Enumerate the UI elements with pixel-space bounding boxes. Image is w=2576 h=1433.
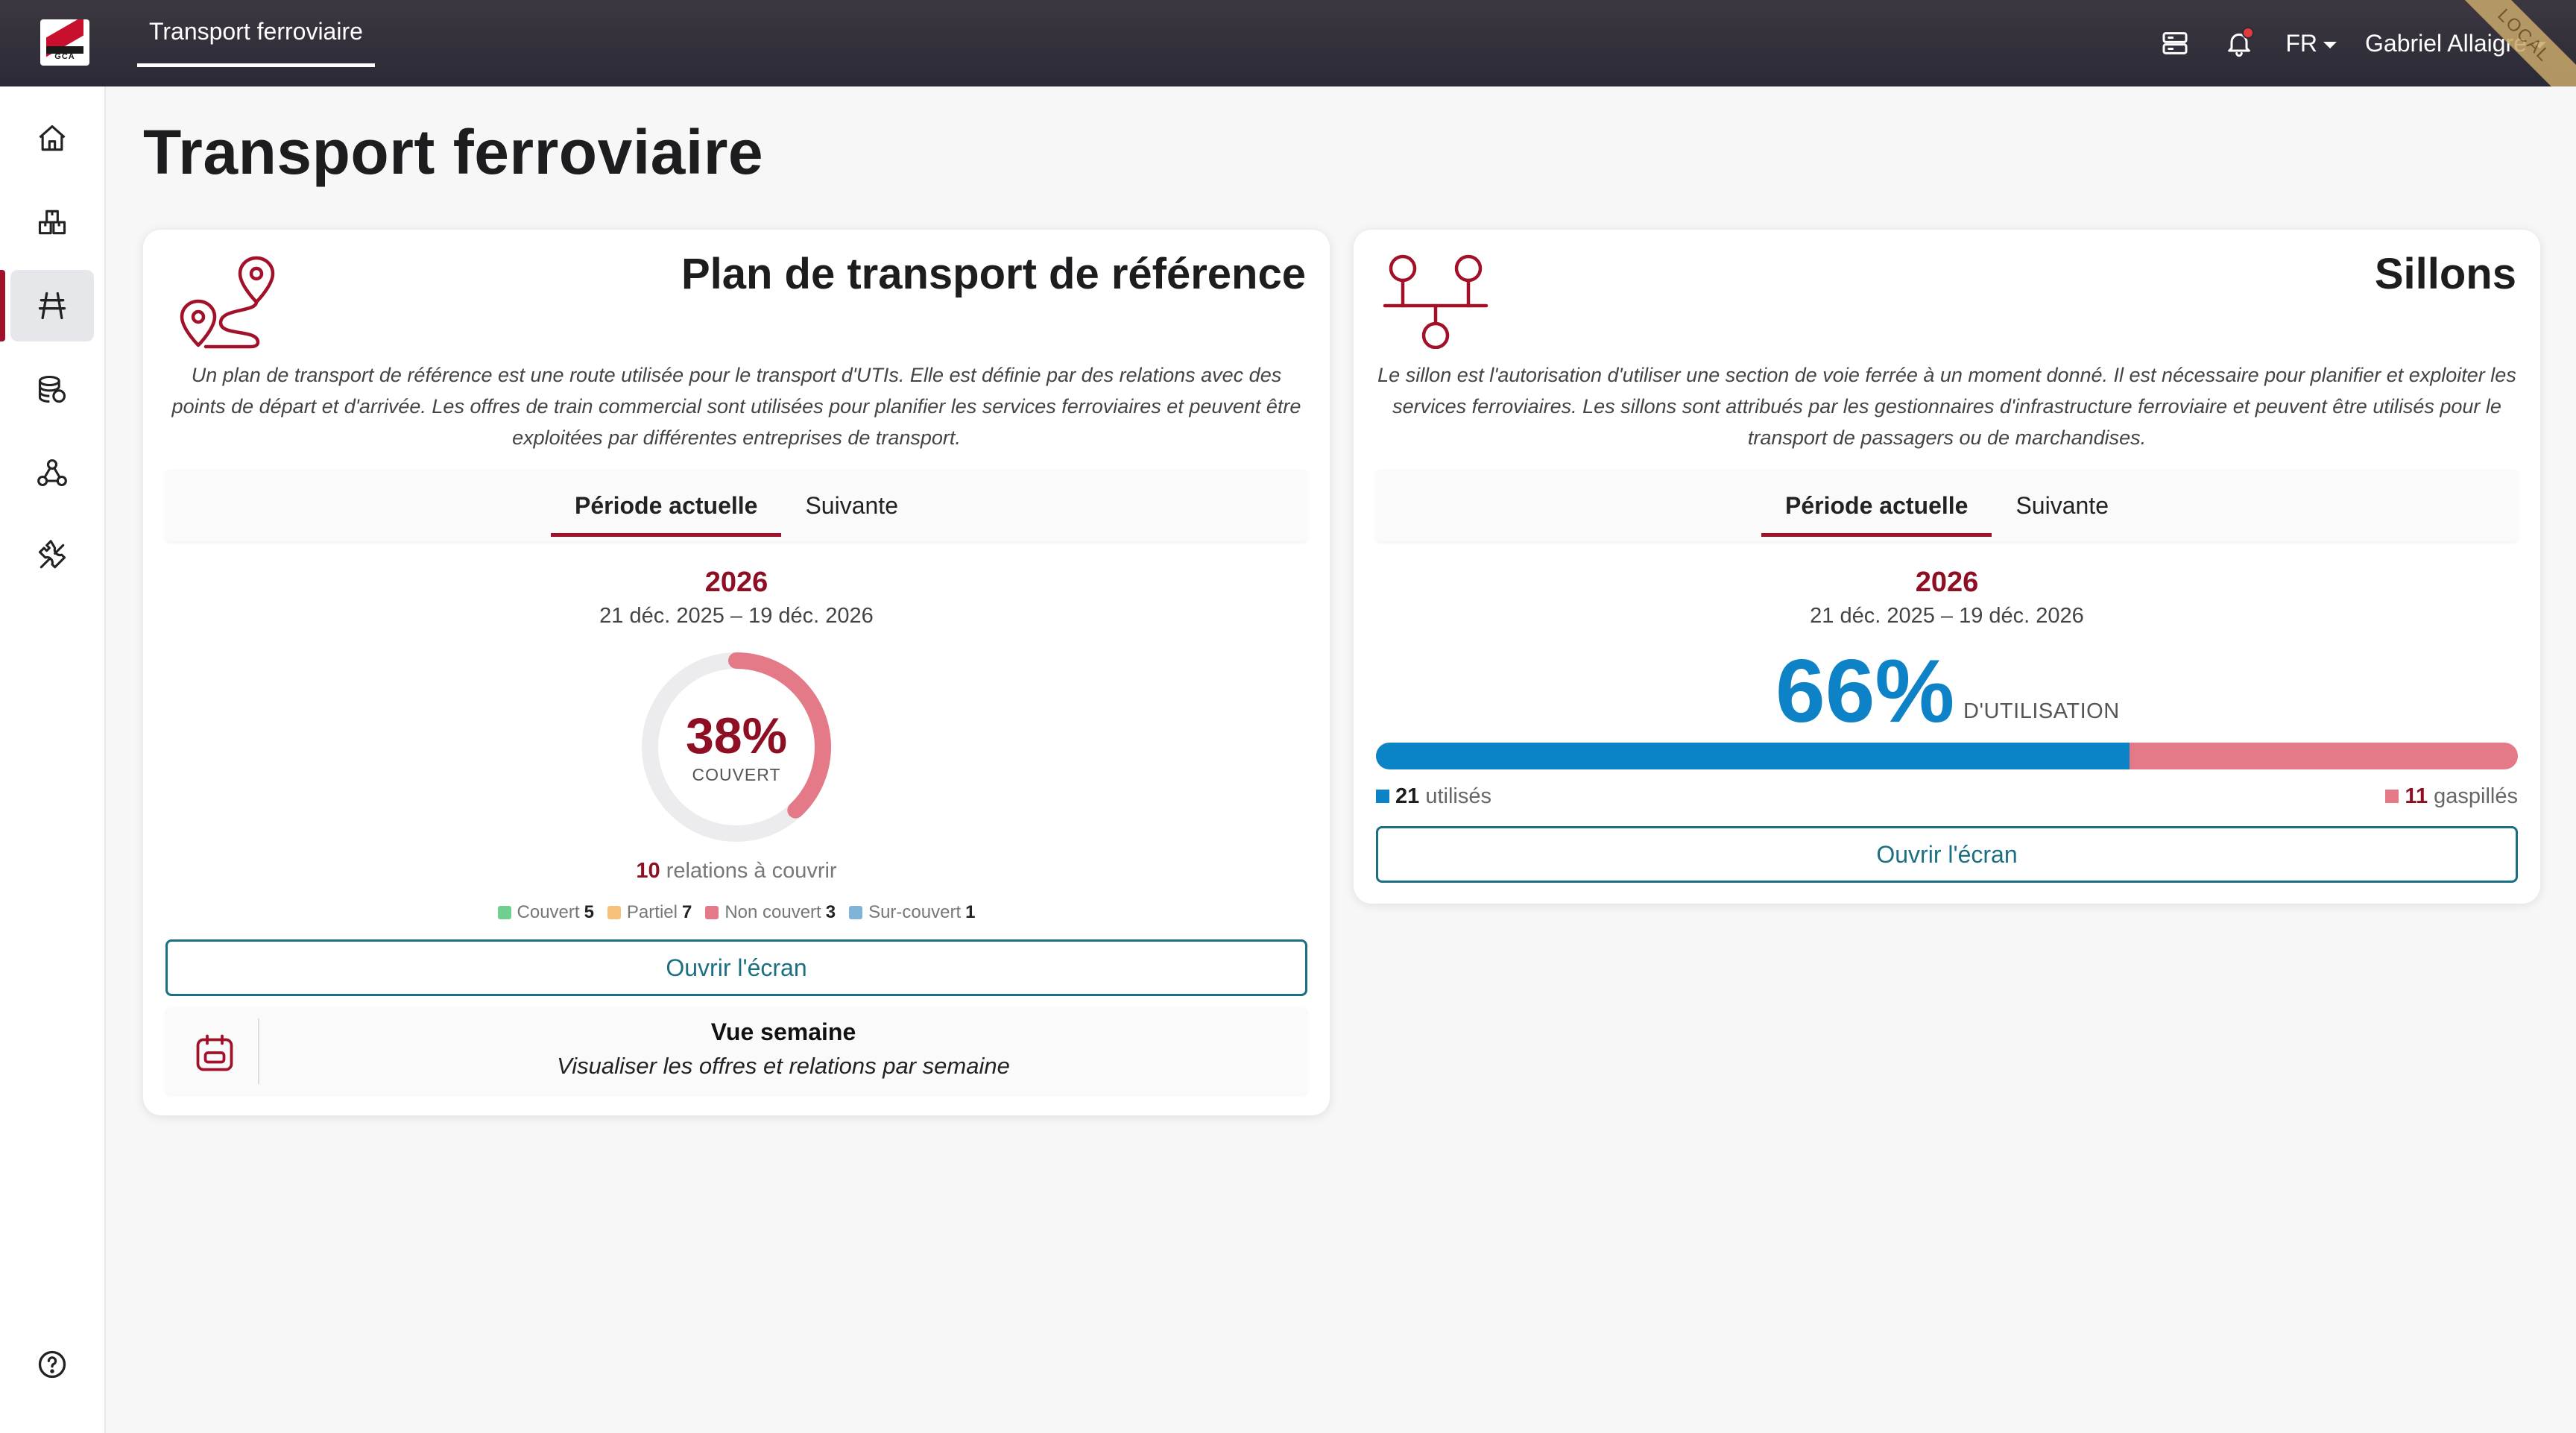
server-icon[interactable] [2157, 25, 2193, 61]
sidebar-item-containers[interactable] [10, 186, 94, 258]
bell-icon[interactable] [2221, 25, 2257, 61]
coverage-legend: Couvert 5 Partiel 7 Non couvert 3 Sur-couve… [143, 902, 1330, 923]
card-title: Plan de transport de référence [681, 250, 1306, 298]
period-tabs: Période actuelle Suivante [1376, 470, 2518, 541]
utilisation-label: D'UTILISATION [1963, 699, 2120, 723]
utilisation-bar-used [1376, 743, 2130, 769]
coverage-label: COUVERT [692, 765, 781, 784]
webhook-icon [37, 459, 67, 487]
network-nodes-icon [1383, 254, 1489, 349]
card-title: Sillons [2374, 250, 2516, 298]
tab-next-period[interactable]: Suivante [781, 470, 922, 541]
card-description: Un plan de transport de référence est un… [171, 364, 1301, 449]
sidebar-item-railway[interactable] [0, 270, 94, 341]
coverage-percent: 38% [685, 708, 788, 764]
open-screen-button[interactable]: Ouvrir l'écran [1376, 826, 2518, 883]
tools-icon [38, 540, 66, 569]
relations-label: relations à couvrir [666, 859, 837, 883]
legend-item-covered: Couvert 5 [497, 902, 594, 923]
route-map-pin-icon [180, 256, 275, 349]
period-date-range: 21 déc. 2025 – 19 déc. 2026 [599, 604, 874, 628]
app-logo[interactable]: GCA [40, 19, 89, 66]
card-reference-transport-plan: Plan de transport de référence Un plan d… [143, 230, 1330, 1115]
top-tab-transport-ferroviaire[interactable]: Transport ferroviaire [137, 0, 375, 67]
sidebar-item-help[interactable] [10, 1329, 94, 1400]
sidebar-item-webhooks[interactable] [10, 437, 94, 508]
relations-to-cover: 10 relations à couvrir [143, 859, 1330, 884]
boxes-icon [38, 210, 66, 235]
tab-current-period[interactable]: Période actuelle [551, 470, 782, 541]
help-icon [38, 1350, 66, 1379]
tab-current-period[interactable]: Période actuelle [1761, 470, 1992, 541]
tab-next-period[interactable]: Suivante [1992, 470, 2133, 541]
used-count: 21 utilisés [1376, 784, 1491, 809]
language-selector[interactable]: FR [2285, 30, 2337, 57]
chevron-down-icon [2323, 41, 2337, 48]
card-sillons: Sillons Le sillon est l'autorisation d'u… [1354, 230, 2540, 904]
railway-icon [38, 292, 66, 320]
period-year: 2026 [704, 567, 768, 598]
utilisation-bar [1376, 743, 2518, 769]
sidebar-item-database[interactable] [10, 353, 94, 425]
open-screen-button[interactable]: Ouvrir l'écran [165, 939, 1307, 996]
card-description: Le sillon est l'autorisation d'utiliser … [1377, 364, 2516, 449]
period-year: 2026 [1915, 567, 1979, 598]
sidebar-item-tools[interactable] [10, 520, 94, 592]
top-bar: GCA Transport ferroviaire FR Gabriel All… [0, 0, 2576, 86]
legend-item-not-covered: Non couvert 3 [705, 902, 836, 923]
sidebar-item-home[interactable] [10, 103, 94, 174]
sidebar [0, 86, 106, 1433]
legend-item-partial: Partiel 7 [607, 902, 692, 923]
page-title: Transport ferroviaire [143, 117, 764, 187]
home-icon [39, 125, 66, 151]
week-view-title: Vue semaine [710, 1018, 856, 1045]
period-tabs: Période actuelle Suivante [165, 470, 1307, 541]
calendar-icon [196, 1034, 233, 1071]
period-date-range: 21 déc. 2025 – 19 déc. 2026 [1810, 604, 2084, 628]
relations-count: 10 [636, 859, 660, 883]
week-view-link[interactable]: Vue semaine Visualiser les offres et rel… [165, 1008, 1307, 1095]
week-view-subtitle: Visualiser les offres et relations par s… [557, 1053, 1010, 1079]
wasted-count: 11 gaspillés [2385, 784, 2518, 809]
coins-icon [38, 375, 66, 403]
utilisation-percent: 66% [1775, 641, 1955, 741]
legend-item-over-covered: Sur-couvert 1 [849, 902, 975, 923]
